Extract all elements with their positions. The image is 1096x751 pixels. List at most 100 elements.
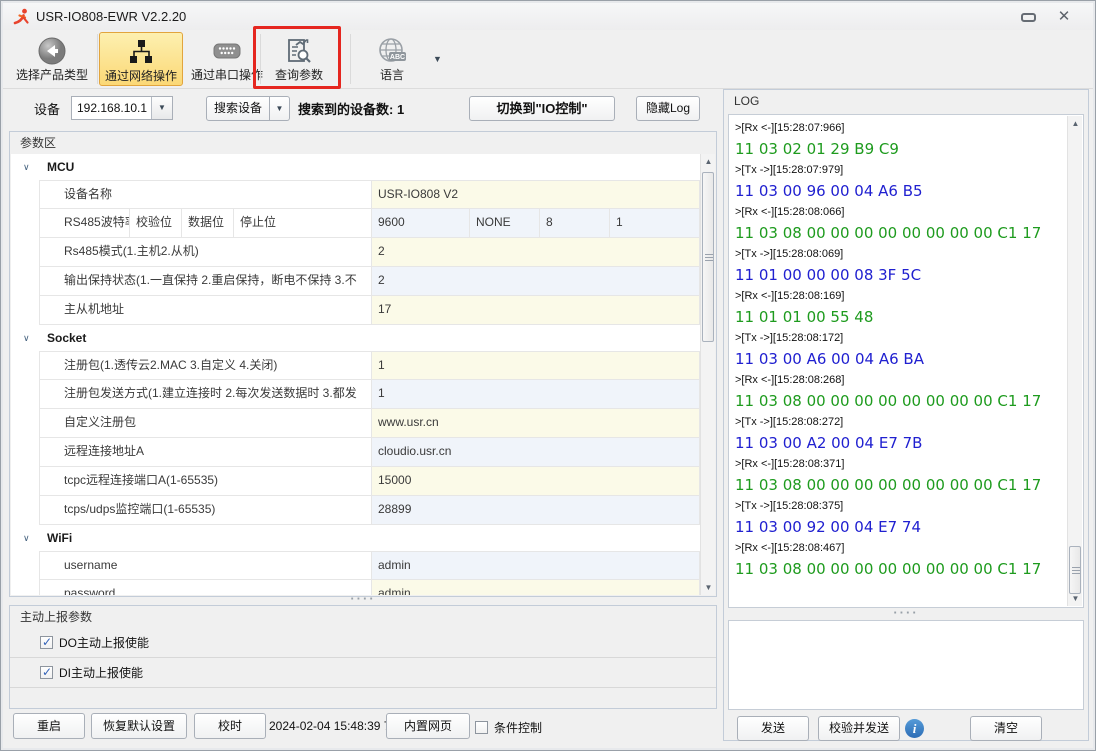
param-value[interactable]: admin — [372, 580, 699, 595]
search-dropdown-arrow[interactable]: ▼ — [270, 96, 290, 121]
log-entry-hex: 11 03 00 A2 00 04 E7 7B — [735, 432, 1063, 454]
param-value[interactable]: 8 — [540, 209, 610, 237]
param-value[interactable]: cloudio.usr.cn — [372, 438, 699, 466]
time-sync-button[interactable]: 校时 — [194, 713, 266, 739]
param-value[interactable]: 2 — [372, 238, 699, 266]
param-label: 设备名称 — [40, 181, 372, 208]
clear-button[interactable]: 清空 — [970, 716, 1042, 741]
log-entry-header: >[Tx ->][15:28:08:069] — [735, 244, 1063, 264]
log-entry-header: >[Tx ->][15:28:08:375] — [735, 496, 1063, 516]
chevron-down-icon[interactable]: ▼ — [151, 97, 172, 119]
toolbar-language-button[interactable]: ABC 语言 — [358, 32, 426, 86]
globe-icon: ABC — [375, 35, 409, 67]
condition-control-checkbox[interactable] — [475, 721, 488, 734]
toolbar-network-mode-button[interactable]: 通过网络操作 — [99, 32, 183, 86]
log-output[interactable]: >[Rx <-][15:28:07:966]11 03 02 01 29 B9 … — [728, 114, 1084, 608]
log-entry-header: >[Rx <-][15:28:08:169] — [735, 286, 1063, 306]
hide-log-button[interactable]: 隐藏Log — [636, 96, 700, 121]
device-ip-combobox[interactable]: 192.168.10.1 ▼ — [71, 96, 173, 120]
report-checkbox[interactable] — [40, 666, 53, 679]
param-value[interactable]: 9600 — [372, 209, 470, 237]
scroll-down-icon[interactable]: ▼ — [701, 580, 716, 595]
datetime-field[interactable]: 2024-02-04 15:48:39 7 — [269, 713, 385, 739]
section-header-socket[interactable]: ∨Socket — [11, 325, 700, 351]
param-label: 注册包发送方式(1.建立连接时 2.每次发送数据时 3.都发 — [40, 380, 372, 408]
toolbar-select-product-button[interactable]: 选择产品类型 — [9, 32, 95, 86]
horizontal-splitter[interactable] — [9, 595, 717, 604]
section-name: WiFi — [47, 531, 72, 545]
search-device-button[interactable]: 搜索设备 — [206, 96, 270, 121]
builtin-webpage-button[interactable]: 内置网页 — [386, 713, 470, 739]
toolbar-query-params-button[interactable]: 查询参数 — [265, 32, 333, 86]
param-value[interactable]: 1 — [372, 380, 699, 408]
svg-text:ABC: ABC — [390, 54, 405, 61]
verify-send-button[interactable]: 校验并发送 — [818, 716, 900, 741]
param-row: 远程连接地址Acloudio.usr.cn — [39, 438, 700, 467]
info-icon[interactable]: i — [905, 719, 924, 738]
param-value[interactable]: 28899 — [372, 496, 699, 524]
scrollbar-thumb[interactable] — [702, 172, 714, 342]
log-entry-hex: 11 03 08 00 00 00 00 00 00 00 00 C1 17 — [735, 558, 1063, 580]
section-header-wifi[interactable]: ∨WiFi — [11, 525, 700, 551]
param-value[interactable]: 2 — [372, 267, 699, 295]
bottom-bar: 重启 恢复默认设置 校时 2024-02-04 15:48:39 7 内置网页 … — [1, 713, 721, 741]
send-input[interactable] — [728, 620, 1084, 710]
device-ip-value: 192.168.10.1 — [72, 97, 151, 119]
scroll-up-icon[interactable]: ▲ — [701, 154, 716, 169]
toolbar-separator — [97, 34, 98, 84]
param-value[interactable]: www.usr.cn — [372, 409, 699, 437]
param-value[interactable]: NONE — [470, 209, 540, 237]
log-splitter[interactable] — [724, 609, 1088, 618]
app-window: USR-IO808-EWR V2.2.20 ✕ 选择产品类型 通过网络操作 — [0, 0, 1096, 751]
param-label: tcps/udps监控端口(1-65535) — [40, 496, 372, 524]
minimize-button[interactable] — [1015, 9, 1041, 25]
language-dropdown-arrow[interactable]: ▼ — [433, 54, 442, 64]
param-row: RS485波特率校验位数据位停止位9600NONE81 — [39, 209, 700, 238]
log-button-row: 发送 校验并发送 i 清空 — [724, 716, 1088, 742]
param-row: usernameadmin — [39, 551, 700, 580]
log-scrollbar[interactable]: ▲ ▼ — [1067, 116, 1082, 606]
switch-io-control-button[interactable]: 切换到"IO控制" — [469, 96, 615, 121]
scroll-up-icon[interactable]: ▲ — [1068, 116, 1083, 131]
send-button[interactable]: 发送 — [737, 716, 809, 741]
param-row: 注册包(1.透传云2.MAC 3.自定义 4.关闭)1 — [39, 351, 700, 380]
param-label: 数据位 — [182, 209, 234, 237]
report-checkbox[interactable] — [40, 636, 53, 649]
param-value[interactable]: 1 — [372, 352, 699, 379]
section-header-mcu[interactable]: ∨MCU — [11, 154, 700, 180]
param-row: 设备名称USR-IO808 V2 — [39, 180, 700, 209]
toolbar-separator — [350, 34, 351, 84]
param-value[interactable]: USR-IO808 V2 — [372, 181, 699, 208]
title-bar: USR-IO808-EWR V2.2.20 ✕ — [3, 3, 1093, 30]
reboot-button[interactable]: 重启 — [13, 713, 85, 739]
toolbar: 选择产品类型 通过网络操作 通过串口操作 — [3, 30, 1093, 89]
param-value[interactable]: admin — [372, 552, 699, 579]
param-label: Rs485模式(1.主机2.从机) — [40, 238, 372, 266]
log-panel: LOG >[Rx <-][15:28:07:966]11 03 02 01 29… — [723, 89, 1089, 741]
param-value[interactable]: 15000 — [372, 467, 699, 495]
report-rows: DO主动上报使能DI主动上报使能 — [10, 628, 716, 688]
condition-control-checkbox-row[interactable]: 条件控制 — [475, 719, 542, 736]
search-device-splitbutton: 搜索设备 ▼ — [206, 96, 290, 121]
param-label: 校验位 — [130, 209, 182, 237]
param-label: password — [40, 580, 372, 595]
param-label: 注册包(1.透传云2.MAC 3.自定义 4.关闭) — [40, 352, 372, 379]
query-params-icon — [284, 35, 314, 67]
params-group: 参数区 ∨MCU设备名称USR-IO808 V2RS485波特率校验位数据位停止… — [9, 131, 717, 597]
param-value[interactable]: 1 — [610, 209, 699, 237]
scrollbar-thumb[interactable] — [1069, 546, 1081, 594]
log-entry-hex: 11 03 00 92 00 04 E7 74 — [735, 516, 1063, 538]
toolbar-serial-mode-button[interactable]: 通过串口操作 — [185, 32, 269, 86]
param-value[interactable]: 17 — [372, 296, 699, 324]
log-entry-hex: 11 03 02 01 29 B9 C9 — [735, 138, 1063, 160]
param-label: 远程连接地址A — [40, 438, 372, 466]
params-scrollbar[interactable]: ▲ ▼ — [700, 154, 715, 595]
scroll-down-icon[interactable]: ▼ — [1068, 591, 1083, 606]
report-checkbox-row[interactable]: DI主动上报使能 — [10, 658, 716, 688]
param-row: 主从机地址17 — [39, 296, 700, 325]
log-entry-header: >[Rx <-][15:28:08:066] — [735, 202, 1063, 222]
restore-defaults-button[interactable]: 恢复默认设置 — [91, 713, 187, 739]
section-name: Socket — [47, 331, 86, 345]
close-button[interactable]: ✕ — [1051, 9, 1077, 25]
report-checkbox-row[interactable]: DO主动上报使能 — [10, 628, 716, 658]
